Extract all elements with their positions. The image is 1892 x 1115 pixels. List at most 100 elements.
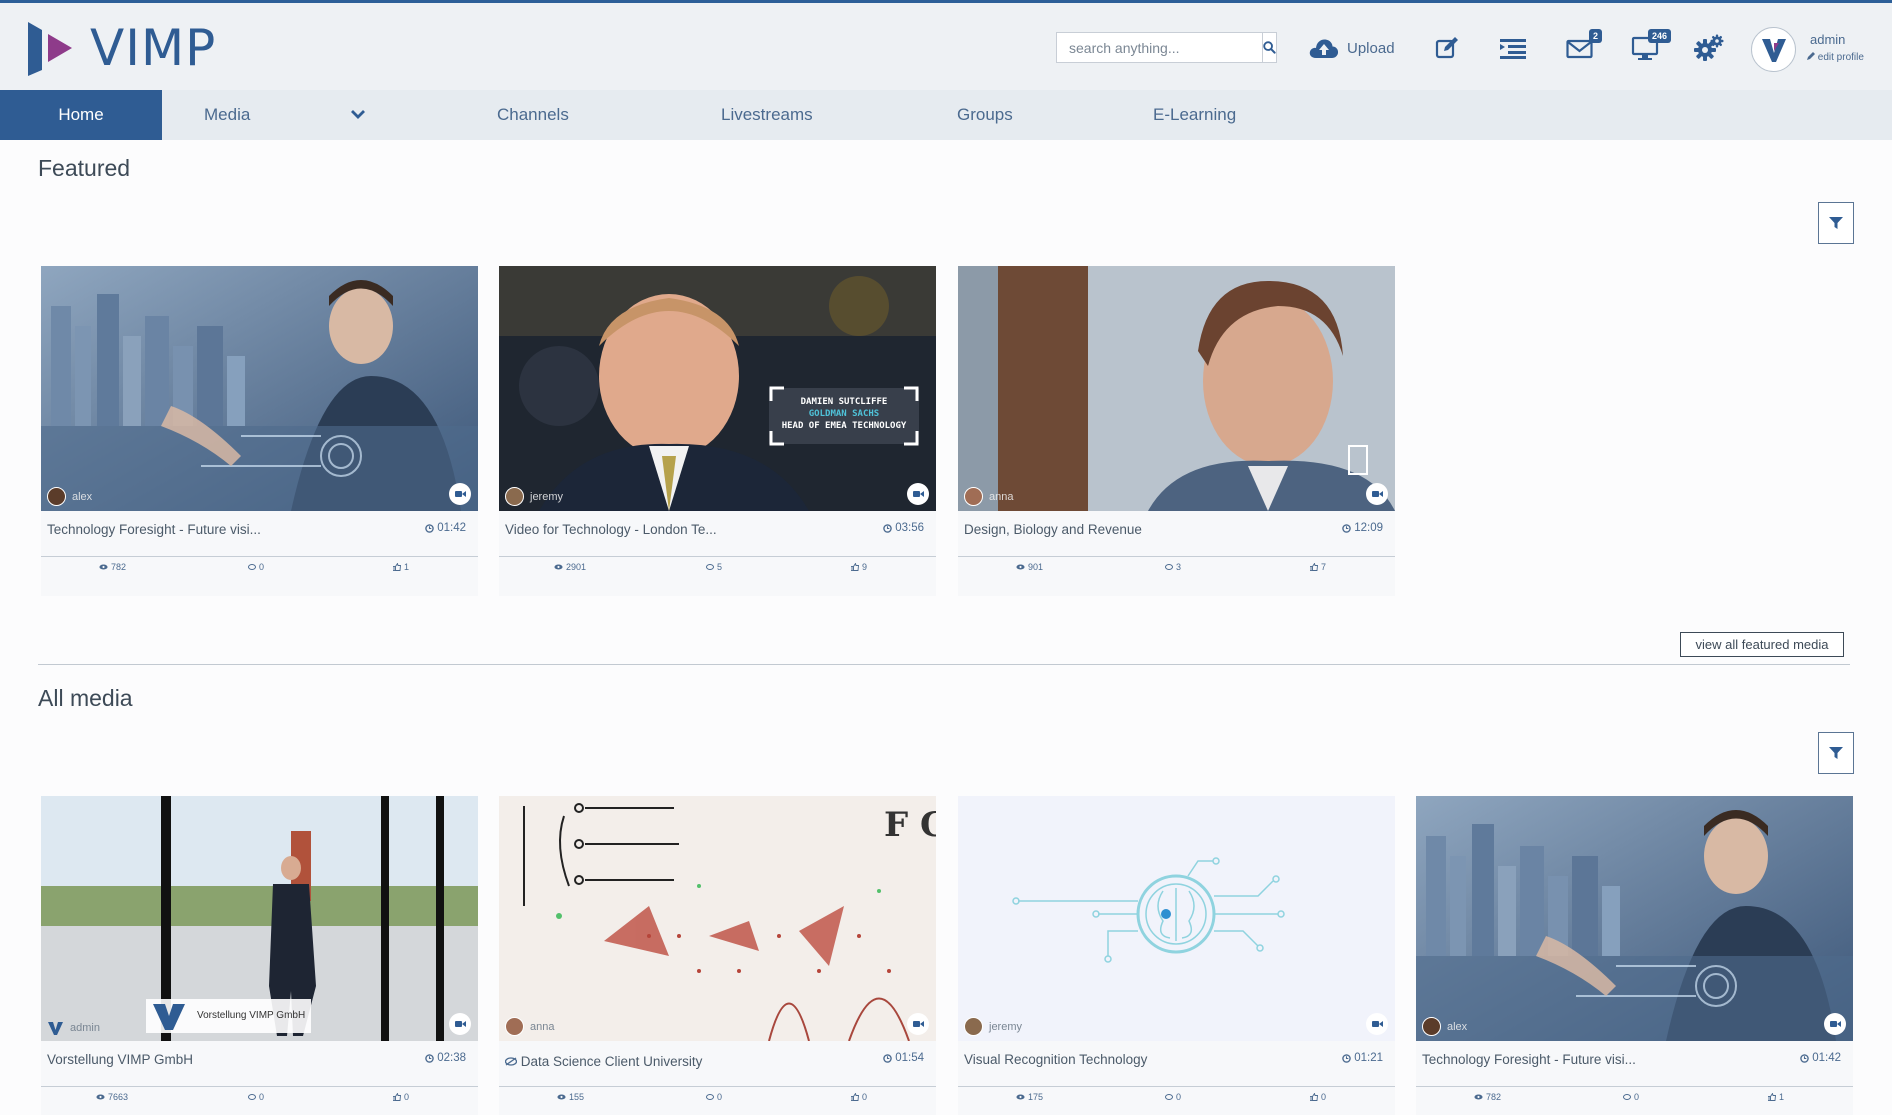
search-button[interactable] [1262, 33, 1276, 62]
media-duration: 02:38 [425, 1052, 466, 1064]
media-thumbnail[interactable]: Vorstellung VIMP GmbH admin [41, 796, 478, 1041]
featured-filter-button[interactable] [1818, 202, 1854, 244]
profile-avatar[interactable] [1751, 27, 1796, 72]
media-thumbnail[interactable]: anna [958, 266, 1395, 511]
profile-name[interactable]: admin [1810, 32, 1845, 47]
edit-button[interactable] [1432, 34, 1464, 62]
uploader-name: anna [989, 490, 1014, 503]
nav-home[interactable]: Home [0, 90, 162, 140]
duration-value: 01:42 [437, 522, 466, 534]
card-divider [499, 1086, 936, 1087]
gears-icon [1694, 34, 1724, 61]
media-title[interactable]: Technology Foresight - Future visi... [47, 522, 261, 537]
views-value: 155 [569, 1092, 585, 1102]
uploader[interactable]: jeremy [964, 1017, 1022, 1036]
likes-count: 1 [393, 562, 409, 572]
main-nav: Home Media Channels Livestreams Groups E… [0, 90, 1892, 140]
media-title[interactable]: Vorstellung VIMP GmbH [47, 1052, 193, 1067]
comments-value: 0 [259, 562, 265, 572]
thumbs-up-icon [851, 563, 859, 571]
uploader[interactable]: alex [1422, 1017, 1467, 1036]
views-count: 782 [99, 562, 126, 572]
nav-channels[interactable]: Channels [497, 90, 569, 140]
likes-value: 9 [862, 562, 868, 572]
media-card[interactable]: Vorstellung VIMP GmbH admin Vorstellung … [41, 796, 478, 1115]
comments-count: 5 [706, 562, 722, 572]
media-title[interactable]: Video for Technology - London Te... [505, 522, 717, 537]
messages-button[interactable]: 2 [1564, 29, 1602, 62]
media-title[interactable]: Technology Foresight - Future visi... [1422, 1052, 1636, 1067]
comments-count: 3 [1165, 562, 1181, 572]
views-value: 2901 [566, 562, 587, 572]
likes-value: 0 [862, 1092, 868, 1102]
uploader[interactable]: alex [47, 487, 92, 506]
media-card[interactable]: jeremy Visual Recognition Technology 01:… [958, 796, 1395, 1115]
thumbnail-overlay-text: Vorstellung VIMP GmbH [197, 1010, 306, 1021]
nav-livestreams[interactable]: Livestreams [721, 90, 813, 140]
media-title[interactable]: Design, Biology and Revenue [964, 522, 1142, 537]
uploader[interactable]: admin [47, 1019, 100, 1036]
media-card[interactable]: F C anna Data Science Client University … [499, 796, 936, 1115]
media-thumbnail[interactable]: DAMIEN SUTCLIFFE GOLDMAN SACHS HEAD OF E… [499, 266, 936, 511]
video-type-badge [1366, 483, 1388, 505]
nav-media[interactable]: Media [204, 90, 250, 140]
views-count: 7663 [96, 1092, 128, 1102]
clock-icon [1800, 1053, 1809, 1063]
media-card[interactable]: alex Technology Foresight - Future visi.… [1416, 796, 1853, 1115]
uploader[interactable]: anna [964, 487, 1013, 506]
chevron-down-icon [351, 110, 365, 119]
playlist-button[interactable] [1497, 34, 1529, 62]
comments-count: 0 [248, 562, 264, 572]
video-camera-icon [1829, 1021, 1841, 1027]
media-title[interactable]: Data Science Client University [504, 1054, 702, 1069]
nav-groups[interactable]: Groups [957, 90, 1013, 140]
vimp-logo[interactable]: VIMP [26, 19, 216, 77]
comments-count: 0 [1165, 1092, 1181, 1102]
comment-icon [1165, 563, 1173, 570]
overlay-role: HEAD OF EMEA TECHNOLOGY [781, 421, 907, 431]
upload-button[interactable]: Upload [1309, 33, 1395, 63]
all-media-filter-button[interactable] [1818, 732, 1854, 774]
overlay-name: DAMIEN SUTCLIFFE [800, 397, 888, 407]
thumbnail-image [958, 796, 1395, 1041]
media-card[interactable]: alex Technology Foresight - Future visi.… [41, 266, 478, 596]
clock-icon [1342, 523, 1351, 533]
video-type-badge [907, 483, 929, 505]
lower-third-overlay: DAMIEN SUTCLIFFE GOLDMAN SACHS HEAD OF E… [769, 396, 919, 432]
video-camera-icon [912, 491, 924, 497]
uploader-avatar [505, 487, 524, 506]
media-card[interactable]: anna Design, Biology and Revenue 12:09 9… [958, 266, 1395, 596]
settings-button[interactable] [1693, 34, 1725, 62]
card-divider [958, 1086, 1395, 1087]
media-title[interactable]: Visual Recognition Technology [964, 1052, 1147, 1067]
search-input[interactable] [1057, 33, 1262, 62]
upload-label: Upload [1347, 39, 1395, 57]
media-duration: 01:54 [883, 1052, 924, 1064]
media-card[interactable]: DAMIEN SUTCLIFFE GOLDMAN SACHS HEAD OF E… [499, 266, 936, 596]
uploader-name: jeremy [530, 490, 564, 503]
uploader[interactable]: anna [505, 1017, 554, 1036]
notifications-button[interactable]: 246 [1630, 29, 1671, 62]
media-thumbnail[interactable]: F C anna [499, 796, 936, 1041]
nav-elearning[interactable]: E-Learning [1153, 90, 1236, 140]
vimp-logo-mark [28, 22, 72, 76]
uploader-name: alex [72, 490, 93, 503]
comments-value: 0 [259, 1092, 265, 1102]
views-count: 901 [1016, 562, 1043, 572]
comments-count: 0 [248, 1092, 264, 1102]
search-icon [1263, 41, 1276, 54]
comments-value: 0 [717, 1092, 723, 1102]
pencil-icon [1807, 52, 1815, 60]
likes-value: 1 [1779, 1092, 1785, 1102]
media-thumbnail[interactable]: jeremy [958, 796, 1395, 1041]
comments-count: 0 [1623, 1092, 1639, 1102]
featured-title: Featured [38, 155, 131, 181]
edit-profile-link[interactable]: edit profile [1807, 52, 1864, 63]
media-dropdown-toggle[interactable] [350, 107, 366, 125]
media-thumbnail[interactable]: alex [1416, 796, 1853, 1041]
view-all-featured-button[interactable]: view all featured media [1680, 632, 1844, 657]
uploader[interactable]: jeremy [505, 487, 563, 506]
video-type-badge [1824, 1013, 1846, 1035]
media-thumbnail[interactable]: alex [41, 266, 478, 511]
top-bar: VIMP Upload [0, 0, 1892, 90]
